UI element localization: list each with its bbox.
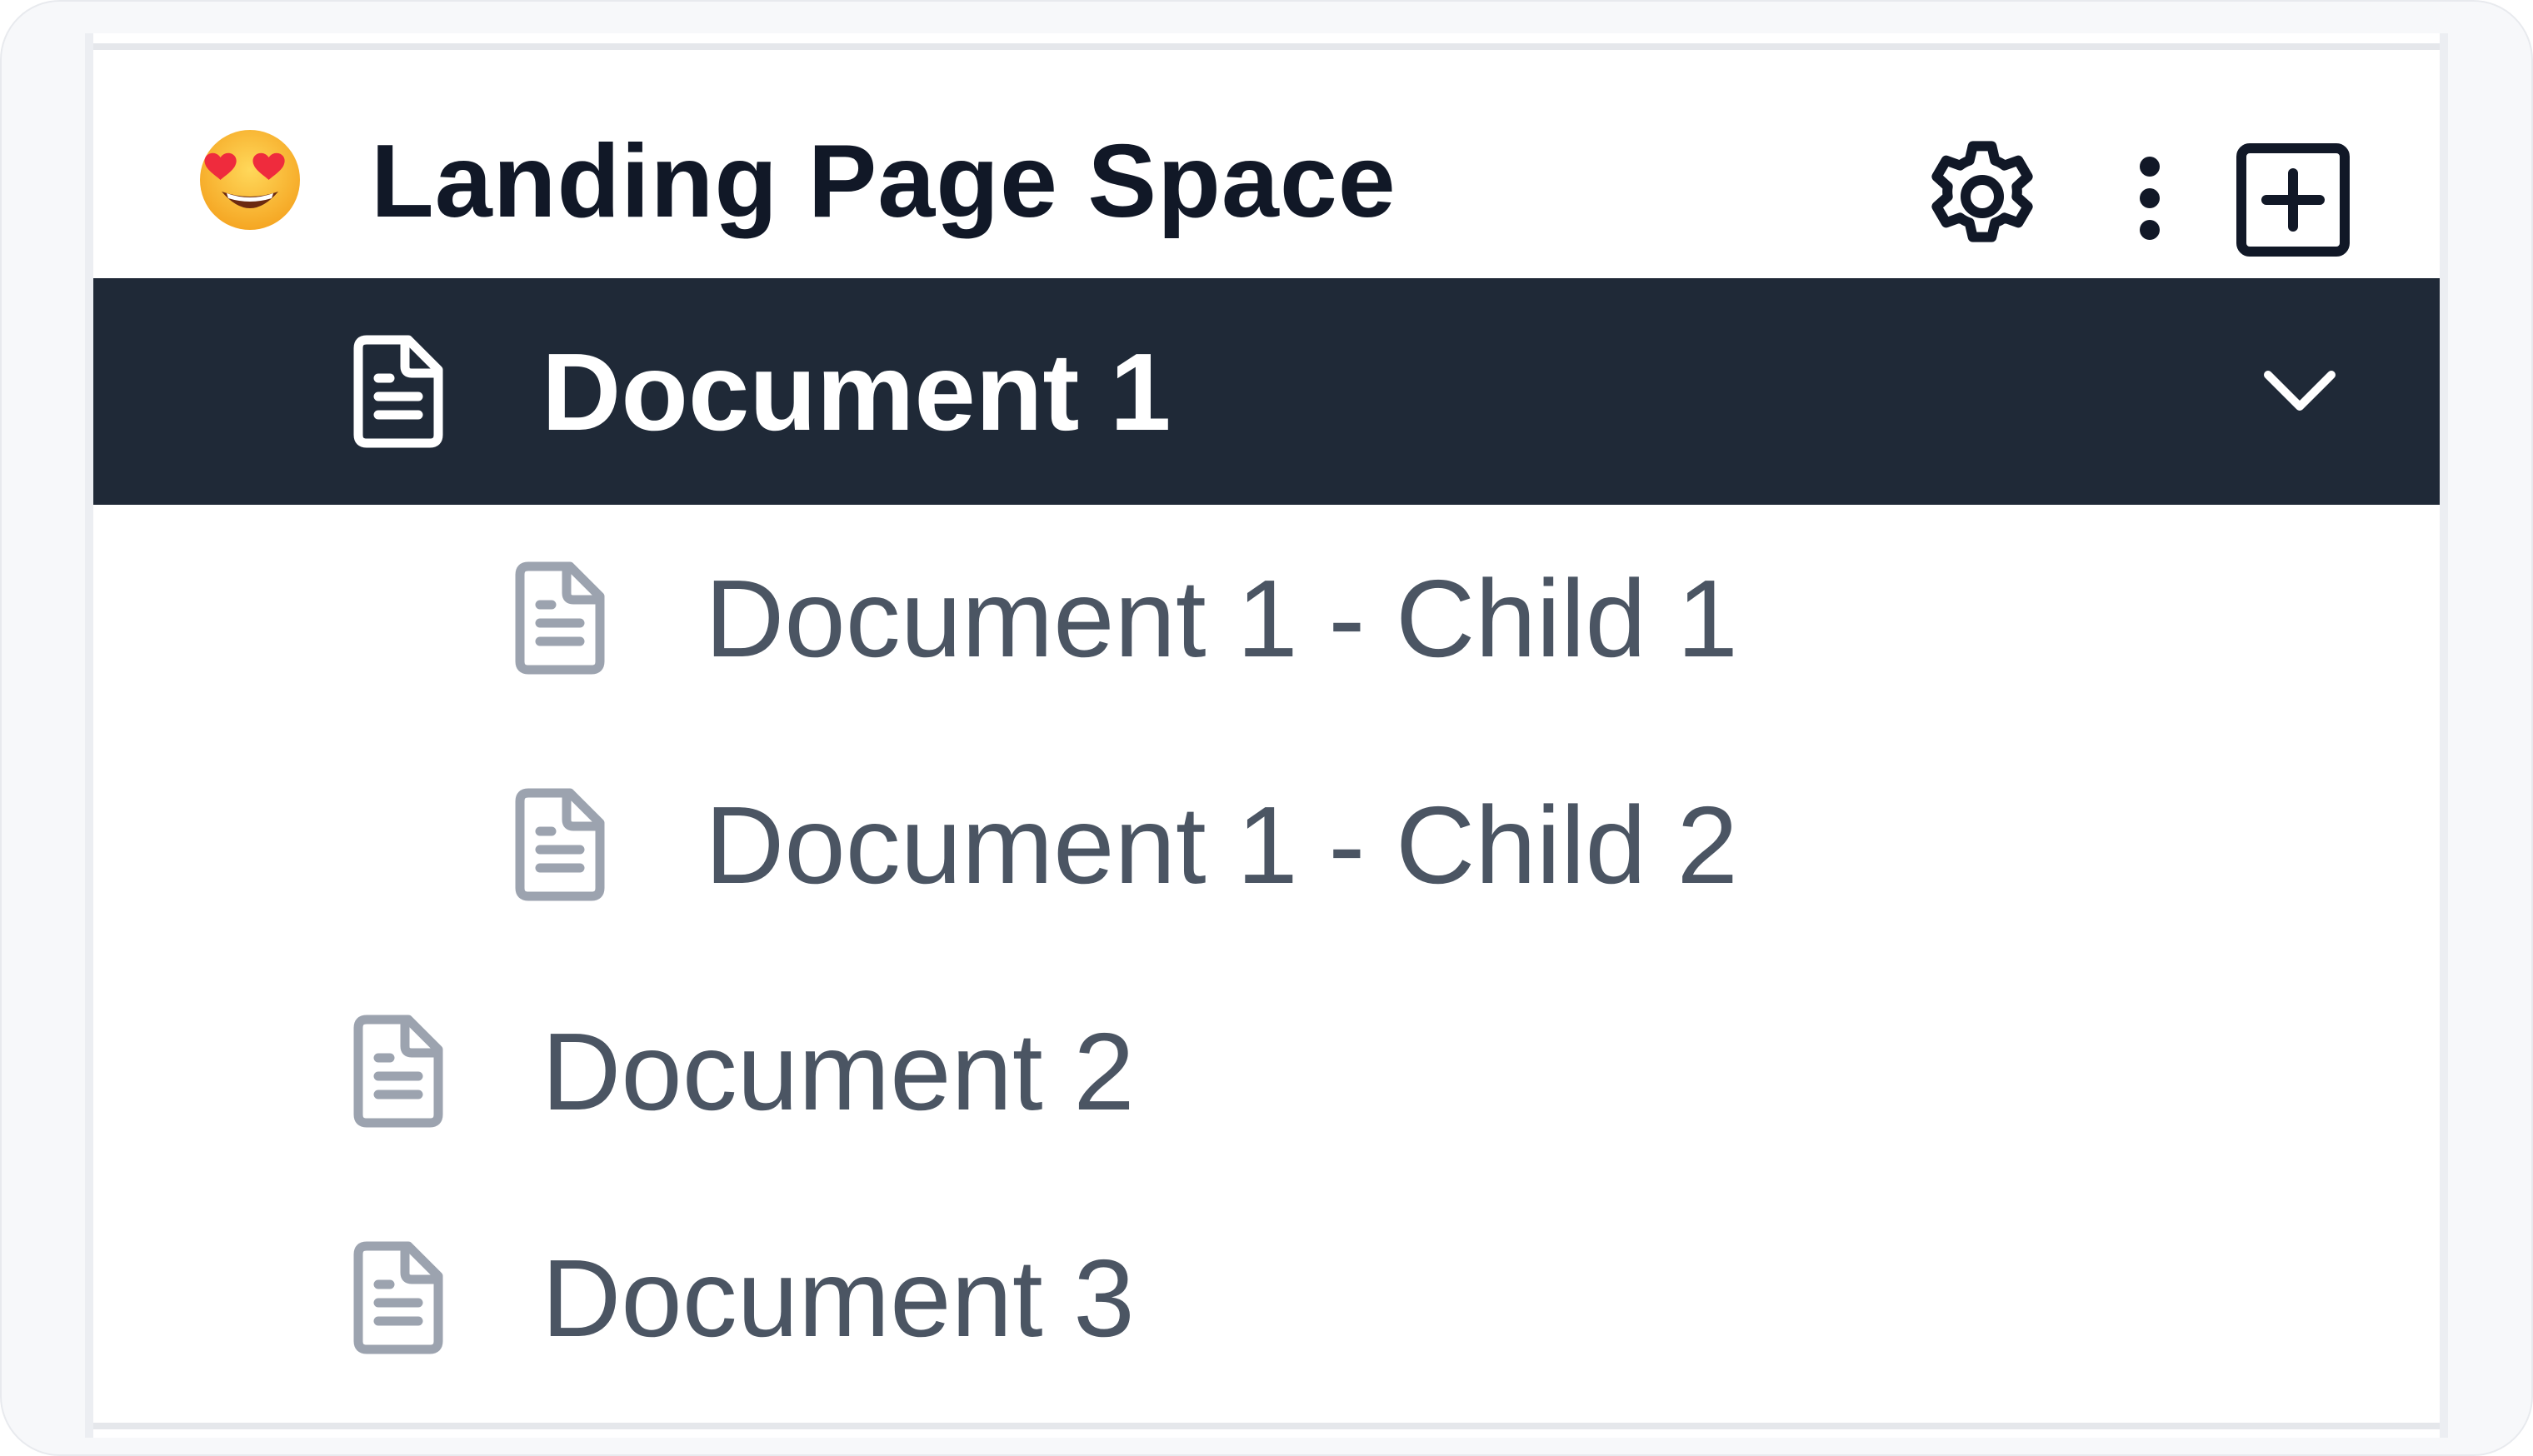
tree-item-label: Document 1 - Child 2: [705, 784, 1738, 906]
document-icon: [508, 786, 612, 903]
panel-top-divider: [93, 43, 2440, 50]
document-icon: [347, 333, 450, 450]
sidebar-panel: Landing Page Space Document 1 Document 1…: [85, 33, 2448, 1438]
chevron-down-icon[interactable]: [2260, 358, 2340, 425]
tree-item-label: Document 2: [542, 1010, 1135, 1133]
space-emoji-icon[interactable]: [197, 127, 303, 233]
document-icon: [347, 1013, 450, 1129]
more-vertical-icon[interactable]: [2116, 130, 2183, 263]
tree-item-document-2[interactable]: Document 2: [93, 958, 2440, 1184]
tree-item-document-1-child-2[interactable]: Document 1 - Child 2: [93, 731, 2440, 958]
tree-item-document-3[interactable]: Document 3: [93, 1184, 2440, 1411]
panel-bottom-divider: [93, 1423, 2440, 1429]
tree-item-document-1-child-1[interactable]: Document 1 - Child 1: [93, 505, 2440, 731]
plus-square-icon[interactable]: [2235, 142, 2351, 258]
app-frame: Landing Page Space Document 1 Document 1…: [0, 0, 2533, 1456]
tree-item-label: Document 1: [542, 331, 1172, 453]
document-icon: [508, 560, 612, 676]
tree-item-label: Document 3: [542, 1237, 1135, 1359]
space-title: Landing Page Space: [371, 124, 1396, 239]
document-icon: [347, 1239, 450, 1356]
gear-icon[interactable]: [1916, 130, 2049, 263]
tree-item-document-1[interactable]: Document 1: [93, 278, 2440, 505]
tree-item-label: Document 1 - Child 1: [705, 557, 1738, 680]
space-header: Landing Page Space: [93, 50, 2440, 293]
